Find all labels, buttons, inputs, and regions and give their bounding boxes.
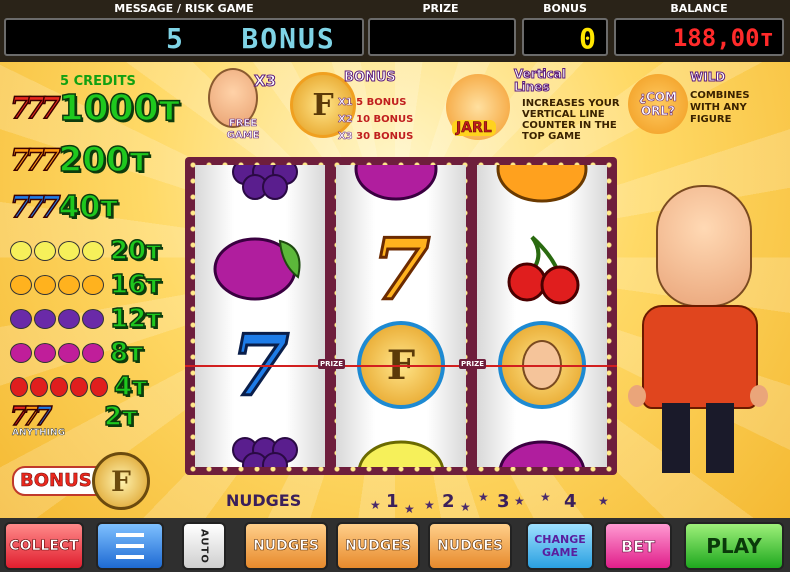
bonus-multipliers: X1 5 BONUS X2 10 BONUS X3 30 BONUS bbox=[338, 97, 414, 143]
nudges-button-1[interactable]: NUDGES bbox=[244, 522, 328, 570]
nudge-number-1: 1 bbox=[386, 491, 399, 512]
lemon-icon bbox=[10, 241, 106, 261]
reel-2: 7 F bbox=[336, 165, 466, 467]
nudge-number-4: 4 bbox=[564, 491, 577, 512]
bonus-display: 0 bbox=[522, 18, 608, 56]
prize-display bbox=[368, 18, 516, 56]
paytable-value: 12т bbox=[109, 303, 162, 335]
reel-1: 7 bbox=[195, 165, 325, 467]
grapes-icon bbox=[210, 165, 310, 207]
auto-button[interactable]: AUTO bbox=[182, 522, 226, 570]
wild-badge-icon: ¿COM ORL? bbox=[628, 74, 688, 134]
paytable-value: 20т bbox=[109, 235, 162, 267]
orange-icon bbox=[492, 165, 592, 207]
bonus-title: BONUS bbox=[344, 70, 397, 86]
balance-value: 188,00т bbox=[672, 24, 774, 52]
blue-seven-icon: 777 bbox=[9, 189, 61, 226]
star-icon: ★ bbox=[598, 494, 609, 508]
paytable-row-cherry: 4т bbox=[10, 371, 148, 403]
grapes-icon bbox=[10, 309, 106, 329]
nudge-number-2: 2 bbox=[442, 491, 455, 512]
paytable-row-grapes: 12т bbox=[10, 303, 162, 335]
reel-3 bbox=[477, 165, 607, 467]
vertical-lines-text: INCREASES YOUR VERTICAL LINE COUNTER IN … bbox=[522, 98, 620, 142]
free-game-label: FREE GAME bbox=[226, 118, 260, 142]
menu-button[interactable] bbox=[96, 522, 164, 570]
mascot-character bbox=[628, 185, 768, 485]
nudges-button-2[interactable]: NUDGES bbox=[336, 522, 420, 570]
star-icon: ★ bbox=[478, 490, 489, 504]
star-icon: ★ bbox=[460, 500, 471, 514]
jarl-label: JARL bbox=[452, 120, 496, 136]
plum-icon bbox=[10, 343, 106, 363]
bonus-f-icon: F bbox=[92, 452, 150, 510]
star-icon: ★ bbox=[514, 494, 525, 508]
play-button[interactable]: PLAY bbox=[684, 522, 784, 570]
paytable-row-any-seven: 777 ANYTHING 2т bbox=[9, 401, 138, 438]
free-game-multiplier: X3 bbox=[253, 72, 277, 91]
paytable-row-lemon: 20т bbox=[10, 235, 162, 267]
bet-button[interactable]: BET bbox=[604, 522, 672, 570]
message-display: 5 BONUS bbox=[4, 18, 364, 56]
message-value: 5 BONUS bbox=[166, 22, 336, 55]
menu-icon bbox=[116, 533, 144, 559]
prize-tag-left: PRIZE bbox=[318, 359, 345, 369]
paytable-row-blue-seven: 777 40т bbox=[9, 189, 119, 226]
paytable-value: 4т bbox=[113, 371, 148, 403]
any-seven-icon: 777 ANYTHING bbox=[9, 401, 65, 438]
plum-icon bbox=[210, 227, 310, 307]
credits-header: 5 CREDITS bbox=[60, 74, 136, 89]
paytable-value: 16т bbox=[109, 269, 162, 301]
prize-label: PRIZE bbox=[422, 2, 459, 15]
cherry-icon bbox=[492, 227, 592, 307]
bonus-label: BONUS bbox=[543, 2, 587, 15]
paytable-row-orange-seven: 777 200т bbox=[9, 139, 150, 181]
star-icon: ★ bbox=[540, 490, 551, 504]
balance-display: 188,00т bbox=[614, 18, 784, 56]
anything-label: ANYTHING bbox=[12, 428, 65, 439]
paytable-row-orange: 16т bbox=[10, 269, 162, 301]
paytable-row-plum: 8т bbox=[10, 337, 144, 369]
paytable-row-red-seven: 777 1000т bbox=[9, 87, 181, 130]
paytable-value: 8т bbox=[109, 337, 144, 369]
paytable-value: 2т bbox=[103, 401, 138, 433]
message-label: MESSAGE / RISK GAME bbox=[114, 2, 254, 15]
lemon-icon bbox=[351, 427, 451, 467]
collect-button[interactable]: COLLECT bbox=[4, 522, 84, 570]
star-icon: ★ bbox=[404, 502, 415, 516]
paytable-value: 1000т bbox=[58, 87, 181, 130]
plum-icon bbox=[492, 427, 592, 467]
wild-text: COMBINES WITH ANY FIGURE bbox=[690, 90, 750, 125]
red-seven-icon: 777 bbox=[9, 90, 61, 127]
nudge-number-3: 3 bbox=[497, 491, 510, 512]
change-game-button[interactable]: CHANGE GAME bbox=[526, 522, 594, 570]
payline bbox=[185, 365, 617, 367]
plum-icon bbox=[351, 165, 451, 207]
nudges-button-3[interactable]: NUDGES bbox=[428, 522, 512, 570]
wild-title: WILD bbox=[689, 70, 726, 85]
nudges-label: NUDGES bbox=[226, 491, 302, 510]
orange-seven-icon: 7 bbox=[370, 218, 431, 320]
prize-tag-right: PRIZE bbox=[459, 359, 486, 369]
vertical-lines-title: Vertical Lines bbox=[514, 67, 567, 94]
cherry-icon bbox=[10, 377, 110, 397]
grapes-icon bbox=[210, 425, 310, 467]
bonus-value: 0 bbox=[579, 22, 596, 55]
reel-frame: 7 7 F bbox=[185, 157, 617, 475]
orange-seven-icon: 777 bbox=[9, 142, 61, 179]
paytable-value: 40т bbox=[58, 189, 119, 226]
paytable-bonus-label: BONUS bbox=[20, 470, 92, 492]
balance-label: BALANCE bbox=[670, 2, 728, 15]
star-icon: ★ bbox=[424, 498, 435, 512]
star-icon: ★ bbox=[370, 498, 381, 512]
orange-icon bbox=[10, 275, 106, 295]
paytable-value: 200т bbox=[58, 139, 150, 181]
